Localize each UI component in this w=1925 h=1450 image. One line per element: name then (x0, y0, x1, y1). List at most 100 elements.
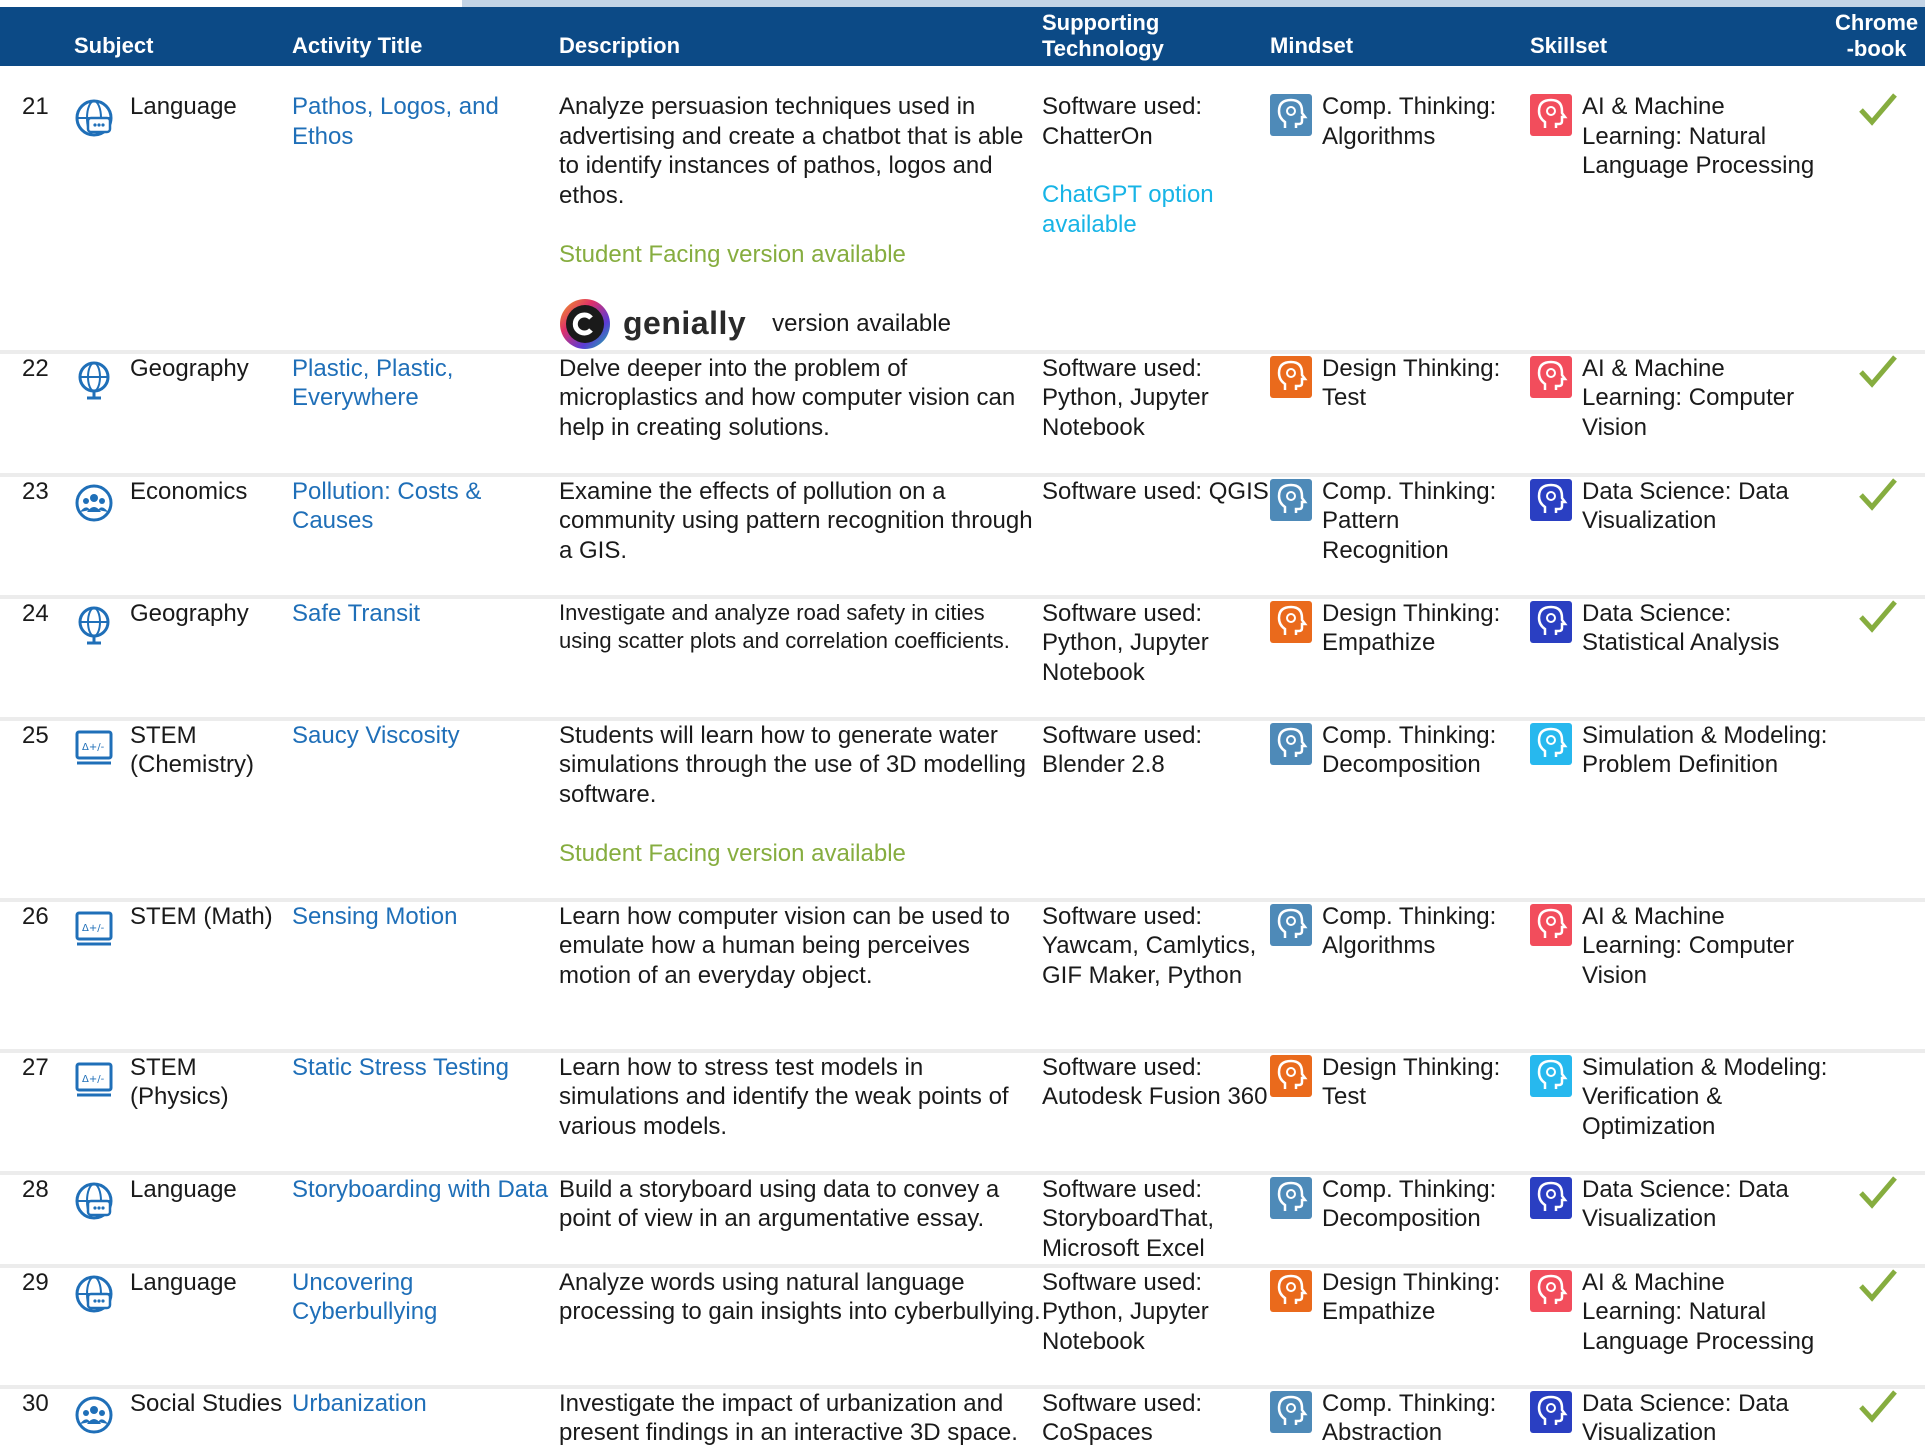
row-technology: Software used: Yawcam, Camlytics, GIF Ma… (1042, 899, 1270, 1053)
row-technology: Software used: Python, Jupyter Notebook (1042, 351, 1270, 477)
row-subject: Language (130, 1265, 292, 1389)
chromebook-check-icon (1858, 477, 1897, 511)
table-row: 29 Language Uncovering Cyberbullying Ana… (0, 1265, 1925, 1389)
row-activity-title[interactable]: Storyboarding with Data (292, 1172, 559, 1268)
comp-thinking-icon (1270, 478, 1312, 521)
row-activity-title[interactable]: Safe Transit (292, 596, 559, 721)
chromebook-check-icon (1858, 93, 1897, 126)
simulation-icon (1530, 1054, 1572, 1097)
table-header: Subject Activity Title Description Suppo… (0, 7, 1925, 66)
header-subject: Subject (74, 33, 154, 58)
row-description: Analyze persuasion techniques used in ad… (559, 92, 1042, 354)
ai-ml-icon (1530, 94, 1572, 136)
row-activity-title[interactable]: Plastic, Plastic, Everywhere (292, 351, 559, 477)
row-technology: Software used: Python, Jupyter Notebook (1042, 1265, 1270, 1389)
row-mindset: Comp. Thinking: Algorithms (1322, 93, 1497, 150)
table-row: 28 Language Storyboarding with Data Buil… (0, 1172, 1925, 1268)
comp-thinking-icon (1270, 1390, 1312, 1433)
row-technology: Software used: ChatterOn ChatGPT option … (1042, 92, 1270, 354)
row-technology: Software used: Python, Jupyter Notebook (1042, 596, 1270, 721)
header-skillset: Skillset (1530, 33, 1608, 58)
row-description: Investigate the impact of urbanization a… (559, 1389, 1018, 1447)
row-description: Examine the effects of pollution on a co… (559, 474, 1042, 599)
simulation-icon (1530, 722, 1572, 765)
table-row: 22 Geography Plastic, Plastic, Everywher… (0, 351, 1925, 477)
header-chromebook-line2: -book (1846, 36, 1907, 61)
row-mindset: Comp. Thinking: Decomposition (1322, 1175, 1497, 1233)
row-mindset: Design Thinking: Test (1322, 1053, 1501, 1111)
economics-people-icon (74, 483, 114, 523)
data-science-icon (1530, 478, 1572, 521)
row-number: 24 (0, 596, 74, 721)
row-subject: Language (130, 1172, 292, 1268)
row-activity-title[interactable]: Uncovering Cyberbullying (292, 1265, 559, 1389)
genially-version[interactable]: genially version available (559, 298, 1042, 350)
language-icon (74, 98, 114, 138)
row-subject: Economics (130, 474, 292, 599)
row-skillset: AI & Machine Learning: Computer Vision (1582, 354, 1795, 441)
row-skillset: AI & Machine Learning: Natural Language … (1582, 93, 1815, 179)
comp-thinking-icon (1270, 94, 1312, 136)
header-accent-bar (462, 0, 1925, 7)
row-skillset: Simulation & Modeling: Verification & Op… (1582, 1053, 1828, 1140)
table-row: 24 Geography Safe Transit Investigate an… (0, 596, 1925, 721)
row-subject: Geography (130, 596, 292, 721)
row-number: 27 (0, 1050, 74, 1175)
row-description: Learn how to stress test models in simul… (559, 1050, 1042, 1175)
activities-table: 21 Language Pathos, Logos, and Ethos Ana… (0, 92, 1925, 1450)
table-row: 27 STEM (Physics) Static Stress Testing … (0, 1050, 1925, 1175)
student-facing-link[interactable]: Student Facing version available (559, 240, 1042, 270)
ai-ml-icon (1530, 355, 1572, 398)
row-mindset: Comp. Thinking: Decomposition (1322, 721, 1497, 779)
design-thinking-icon (1270, 1269, 1312, 1312)
row-skillset: Simulation & Modeling: Problem Definitio… (1582, 721, 1828, 779)
row-activity-title[interactable]: Pathos, Logos, and Ethos (292, 92, 559, 354)
chromebook-check-icon (1858, 599, 1897, 633)
row-skillset: Data Science: Data Visualization (1582, 1389, 1789, 1447)
geography-globe-icon (74, 360, 114, 400)
row-mindset: Design Thinking: Empathize (1322, 599, 1501, 657)
chromebook-check-icon (1858, 1268, 1897, 1302)
stem-monitor-icon (74, 1059, 114, 1099)
row-mindset: Comp. Thinking: Abstraction (1322, 1389, 1497, 1447)
row-description: Delve deeper into the problem of micropl… (559, 351, 1042, 477)
geography-globe-icon (74, 605, 114, 645)
header-activity-title: Activity Title (292, 33, 423, 58)
row-description: Students will learn how to generate wate… (559, 718, 1042, 902)
header-supporting-line1: Supporting (1042, 10, 1160, 35)
row-activity-title[interactable]: Urbanization (292, 1387, 559, 1450)
table-row: 23 Economics Pollution: Costs & Causes E… (0, 474, 1925, 599)
student-facing-link[interactable]: Student Facing version available (559, 839, 1042, 869)
row-number: 29 (0, 1265, 74, 1389)
header-chromebook: Chrome -book (1835, 10, 1918, 62)
row-activity-title[interactable]: Saucy Viscosity (292, 718, 559, 902)
row-technology: Software used: Autodesk Fusion 360 (1042, 1050, 1270, 1175)
language-icon (74, 1274, 114, 1314)
technology-text: Software used: ChatterOn (1042, 93, 1203, 150)
header-chromebook-line1: Chrome (1835, 10, 1919, 35)
row-skillset: Data Science: Data Visualization (1582, 1175, 1789, 1233)
comp-thinking-icon (1270, 1176, 1312, 1219)
design-thinking-icon (1270, 355, 1312, 398)
row-number: 22 (0, 351, 74, 477)
ai-ml-icon (1530, 903, 1572, 946)
row-number: 21 (0, 92, 74, 354)
row-subject: Social Studies (130, 1389, 283, 1417)
row-mindset: Comp. Thinking: Pattern Recognition (1322, 477, 1497, 564)
description-text: Students will learn how to generate wate… (559, 721, 1026, 808)
table-row: 30 Social Studies Urbanization Investiga… (0, 1387, 1925, 1450)
row-mindset: Design Thinking: Test (1322, 354, 1501, 412)
header-supporting-technology: Supporting Technology (1042, 10, 1164, 62)
stem-monitor-icon (74, 727, 114, 767)
row-activity-title[interactable]: Sensing Motion (292, 899, 559, 1053)
row-skillset: Data Science: Data Visualization (1582, 477, 1789, 535)
row-activity-title[interactable]: Static Stress Testing (292, 1050, 559, 1175)
language-icon (74, 1181, 114, 1221)
row-activity-title[interactable]: Pollution: Costs & Causes (292, 474, 559, 599)
data-science-icon (1530, 1176, 1572, 1219)
ai-ml-icon (1530, 1269, 1572, 1312)
row-description: Build a storyboard using data to convey … (559, 1172, 1042, 1268)
chatgpt-option-link[interactable]: ChatGPT option available (1042, 180, 1270, 239)
chromebook-check-icon (1858, 1175, 1897, 1209)
description-text: Analyze persuasion techniques used in ad… (559, 93, 1024, 209)
